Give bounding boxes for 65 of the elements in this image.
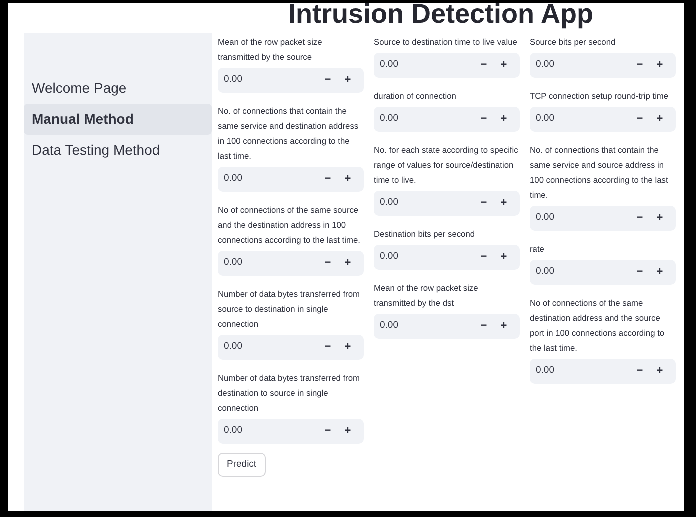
decrement-button[interactable]: − (630, 210, 650, 227)
increment-button[interactable]: + (338, 423, 358, 440)
decrement-button[interactable]: − (474, 249, 494, 266)
sidebar-item[interactable]: Welcome Page (24, 73, 212, 104)
sidebar-item[interactable]: Manual Method (24, 104, 212, 135)
app-title: Intrusion Detection App (288, 3, 594, 29)
increment-button[interactable]: + (338, 72, 358, 89)
number-input[interactable]: 0.00 − + (530, 260, 676, 285)
decrement-button[interactable]: − (474, 318, 494, 335)
increment-button[interactable]: + (494, 111, 514, 128)
number-input[interactable]: 0.00 − + (530, 206, 676, 231)
field-label: Mean of the row packet size transmitted by the dst (374, 282, 480, 310)
field-label: No of connections of the same destination address and the source port in 100 connections according to the last time. (530, 297, 666, 355)
field-label: No. of connections that contain the same service and source address in 100 connections according to the last time. (530, 144, 670, 202)
field-label: Source bits per second (530, 36, 617, 49)
increment-button[interactable]: + (650, 111, 670, 128)
field-label: Mean of the row packet size transmitted by the source (218, 36, 324, 64)
number-input[interactable]: 0.00 − + (374, 245, 520, 270)
field-label: TCP connection setup round-trip time (530, 90, 670, 103)
decrement-button[interactable]: − (474, 111, 494, 128)
number-input[interactable]: 0.00 − + (530, 359, 676, 384)
decrement-button[interactable]: − (630, 57, 650, 74)
field-label: Number of data bytes transferred from source to destination in single connection (218, 288, 361, 331)
increment-button[interactable]: + (494, 318, 514, 335)
field-label: duration of connection (374, 90, 458, 103)
increment-button[interactable]: + (650, 264, 670, 281)
number-input[interactable]: 0.00 − + (218, 167, 364, 192)
decrement-button[interactable]: − (318, 72, 338, 89)
increment-button[interactable]: + (338, 255, 358, 272)
decrement-button[interactable]: − (630, 363, 650, 380)
increment-button[interactable]: + (338, 339, 358, 356)
field-label: rate (530, 243, 546, 256)
field-label: No. of connections that contain the same service and destination address in 100 connections according to the last time. (218, 105, 360, 163)
number-input[interactable]: 0.00 − + (218, 251, 364, 276)
increment-button[interactable]: + (650, 57, 670, 74)
predict-button[interactable]: Predict (218, 453, 266, 478)
field-label: No. for each state according to specific range of values for source/destination time to live. (374, 144, 520, 187)
number-input[interactable]: 0.00 − + (530, 53, 676, 78)
number-input[interactable]: 0.00 − + (218, 419, 364, 444)
increment-button[interactable]: + (494, 57, 514, 74)
field-label: Destination bits per second (374, 228, 476, 241)
sidebar-item[interactable]: Data Testing Method (24, 135, 212, 166)
number-input[interactable]: 0.00 − + (530, 107, 676, 132)
number-input[interactable]: 0.00 − + (374, 53, 520, 78)
increment-button[interactable]: + (650, 210, 670, 227)
number-input[interactable]: 0.00 − + (374, 191, 520, 216)
number-input[interactable]: 0.00 − + (374, 314, 520, 339)
number-input[interactable]: 0.00 − + (218, 335, 364, 360)
field-label: No of connections of the same source and the destination address in 100 connections according to the last time. (218, 204, 362, 247)
increment-button[interactable]: + (494, 249, 514, 266)
decrement-button[interactable]: − (318, 339, 338, 356)
field-label: Number of data bytes transferred from destination to source in single connection (218, 372, 361, 415)
decrement-button[interactable]: − (318, 255, 338, 272)
decrement-button[interactable]: − (630, 111, 650, 128)
field-label: Source to destination time to live value (374, 36, 518, 49)
increment-button[interactable]: + (494, 195, 514, 212)
decrement-button[interactable]: − (474, 57, 494, 74)
decrement-button[interactable]: − (318, 423, 338, 440)
number-input[interactable]: 0.00 − + (218, 68, 364, 93)
number-input[interactable]: 0.00 − + (374, 107, 520, 132)
increment-button[interactable]: + (650, 363, 670, 380)
increment-button[interactable]: + (338, 171, 358, 188)
decrement-button[interactable]: − (318, 171, 338, 188)
decrement-button[interactable]: − (630, 264, 650, 281)
decrement-button[interactable]: − (474, 195, 494, 212)
